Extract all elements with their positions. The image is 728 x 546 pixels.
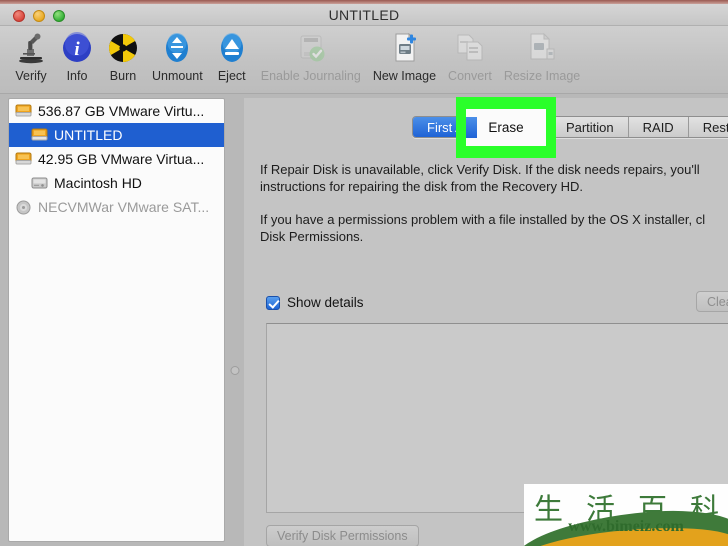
disk-list-item[interactable]: NECVMWar VMware SAT...: [9, 195, 224, 219]
toolbar-label: Burn: [109, 69, 137, 83]
disk-label: UNTITLED: [54, 127, 123, 143]
toolbar-button-burn[interactable]: Burn: [100, 28, 146, 83]
new-image-icon: [387, 28, 421, 68]
toolbar-button-unmount[interactable]: Unmount: [146, 28, 209, 83]
disk-utility-window: UNTITLED Verify i Info Burn Unmount Ejec…: [0, 0, 728, 546]
help-text-line: If Repair Disk is unavailable, click Ver…: [260, 162, 700, 177]
toolbar-label: Enable Journaling: [260, 69, 361, 83]
volume-icon: [31, 128, 48, 143]
toolbar-label: Eject: [217, 69, 246, 83]
disk-label: Macintosh HD: [54, 175, 142, 191]
disk-list-item[interactable]: 42.95 GB VMware Virtua...: [9, 147, 224, 171]
help-text-line: Disk Permissions.: [260, 229, 364, 244]
window-title: UNTITLED: [328, 7, 400, 23]
disk-list-item[interactable]: 536.87 GB VMware Virtu...: [9, 99, 224, 123]
unmount-arrows-icon: [160, 28, 194, 68]
radiation-burn-icon: [106, 28, 140, 68]
resize-image-icon: [525, 28, 559, 68]
show-details-checkbox[interactable]: Show details: [266, 295, 364, 310]
internal-disk-icon: [31, 176, 48, 191]
disk-label: 42.95 GB VMware Virtua...: [38, 151, 205, 167]
toolbar-items: Verify i Info Burn Unmount Eject Enable …: [8, 28, 586, 83]
tab-partition[interactable]: Partition: [551, 117, 629, 137]
toolbar-button-enable-journaling[interactable]: Enable Journaling: [255, 28, 367, 83]
disk-label: 536.87 GB VMware Virtu...: [38, 103, 205, 119]
hard-disk-icon: [15, 104, 32, 119]
toolbar-label: Verify: [15, 69, 47, 83]
help-text-line: If you have a permissions problem with a…: [260, 212, 706, 227]
tab-raid[interactable]: RAID: [628, 117, 689, 137]
eject-icon: [215, 28, 249, 68]
disk-label: NECVMWar VMware SAT...: [38, 199, 210, 215]
watermark-url: www.bimeiz.com: [568, 518, 684, 535]
optical-disc-icon: [15, 200, 32, 215]
pane-splitter[interactable]: [226, 98, 244, 542]
disk-list-sidebar[interactable]: 536.87 GB VMware Virtu... UNTITLED 42.95…: [8, 98, 225, 542]
toolbar-label: Convert: [448, 69, 492, 83]
toolbar-button-verify[interactable]: Verify: [8, 28, 54, 83]
toolbar-button-new-image[interactable]: New Image: [367, 28, 442, 83]
title-bar: UNTITLED: [0, 4, 728, 26]
splitter-handle[interactable]: [230, 366, 240, 375]
help-text-line: instructions for repairing the disk from…: [260, 179, 583, 194]
highlighted-tab-label[interactable]: Erase: [466, 109, 546, 146]
toolbar-label: Unmount: [152, 69, 203, 83]
convert-icon: [453, 28, 487, 68]
info-circle-icon: i: [60, 28, 94, 68]
highlight-inner-panel: Erase: [466, 109, 546, 146]
toolbar-button-info[interactable]: i Info: [54, 28, 100, 83]
microscope-icon: [14, 28, 48, 68]
hard-disk-icon: [15, 152, 32, 167]
toolbar-label: Resize Image: [503, 69, 581, 83]
content-pane: First Aid Erase Partition RAID Restore I…: [244, 98, 728, 546]
disk-list-item-selected[interactable]: UNTITLED: [9, 123, 224, 147]
toolbar-label: Info: [66, 69, 88, 83]
toolbar-label: New Image: [372, 69, 437, 83]
clear-history-button[interactable]: Clear History: [696, 291, 728, 312]
disk-list-item[interactable]: Macintosh HD: [9, 171, 224, 195]
svg-text:i: i: [74, 39, 80, 60]
toolbar: Verify i Info Burn Unmount Eject Enable …: [0, 26, 728, 94]
toolbar-button-eject[interactable]: Eject: [209, 28, 255, 83]
verify-disk-permissions-button[interactable]: Verify Disk Permissions: [266, 525, 419, 546]
watermark: 生 活 百 科 www.bimeiz.com: [524, 484, 728, 546]
tab-restore[interactable]: Restore: [688, 117, 728, 137]
toolbar-button-convert[interactable]: Convert: [442, 28, 498, 83]
checkbox-checked-icon: [266, 295, 280, 310]
disk-check-icon: [294, 28, 328, 68]
toolbar-button-resize-image[interactable]: Resize Image: [498, 28, 586, 83]
erase-tab-highlight: Erase: [456, 97, 556, 158]
show-details-label: Show details: [287, 295, 364, 310]
